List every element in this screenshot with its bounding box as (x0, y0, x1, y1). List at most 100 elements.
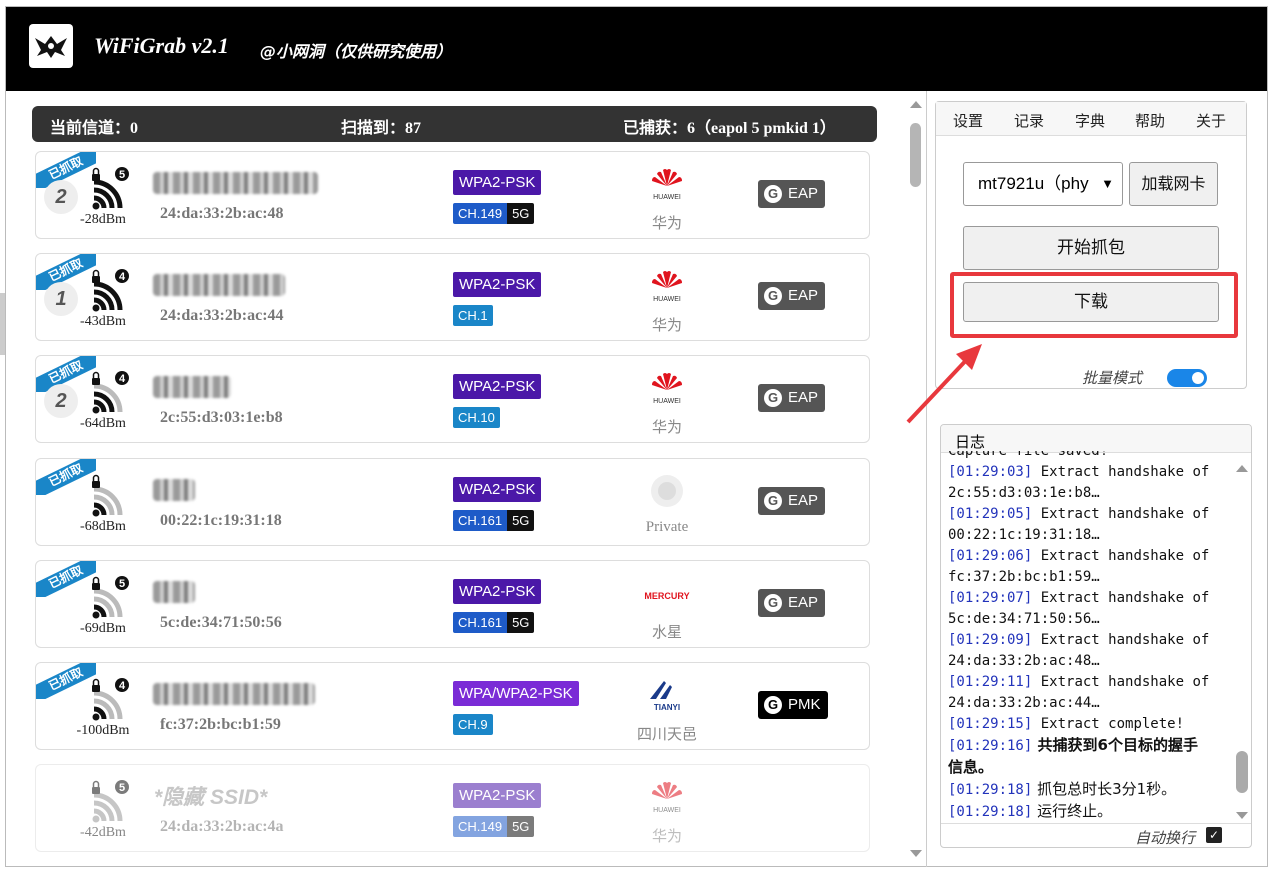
wifi-signal-icon: 4 (92, 678, 129, 721)
vendor-logo: HUAWEI (640, 166, 694, 202)
ssid-hidden: *隐藏 SSID* (154, 786, 268, 809)
lock-count: 5 (119, 782, 125, 794)
scroll-thumb[interactable] (910, 123, 921, 187)
log-text: 抓包总时长3分1秒。 (1032, 780, 1177, 798)
batch-mode-toggle[interactable] (1167, 369, 1207, 387)
network-card[interactable]: 已抓取 4 -100dBm fc:37:2b:bc:b1:59 WPA/WPA2-P… (35, 662, 870, 750)
wifi-signal-icon: 5 (92, 576, 129, 619)
capture-type-badge: G EAP (758, 384, 826, 412)
menu-help[interactable]: 帮助 (1135, 110, 1165, 131)
bssid-mac: 2c:55:d3:03:1e:b8 (160, 409, 283, 426)
resize-handle[interactable] (0, 293, 5, 355)
log-timestamp: [01:29:18] (948, 782, 1033, 798)
log-line: 24:da:33:2b:ac:48… (948, 651, 1234, 672)
capture-type-label: EAP (788, 492, 819, 509)
batch-mode-label: 批量模式 (1082, 369, 1143, 387)
network-card[interactable]: 已抓取 -68dBm 00:22:1c:19:31:18 WPA2-PSK CH.16… (35, 458, 870, 546)
ssid-blurred (153, 581, 195, 603)
log-text: 00:22:1c:19:31:18… (948, 527, 1100, 543)
scroll-down-icon[interactable] (910, 850, 922, 857)
huawei-logo-icon: HUAWEI (652, 782, 682, 814)
bssid-mac: 5c:de:34:71:50:56 (160, 614, 282, 631)
app-logo-icon (29, 24, 73, 68)
network-list-panel: 当前信道：0 扫描到：87 已捕获：6（eapol 5 pmkid 1） 已抓取… (6, 91, 926, 867)
bssid-mac: 00:22:1c:19:31:18 (160, 512, 282, 529)
app-subtitle: @小网洞（仅供研究使用） (260, 42, 453, 61)
network-card[interactable]: 已抓取 2 4 -64dBm 2c:55:d3:03:1e:b8 WPA2-PSK CH… (35, 355, 870, 443)
scroll-up-icon[interactable] (1236, 465, 1248, 472)
channel-label: CH.10 (453, 407, 500, 428)
log-line: 2c:55:d3:03:1e:b8… (948, 483, 1234, 504)
menu-about[interactable]: 关于 (1196, 110, 1226, 131)
log-line: [01:29:15] Extract complete! (948, 714, 1234, 735)
channel-label: CH.161 (453, 612, 508, 633)
adapter-select[interactable]: mt7921u（phy ▼ (963, 162, 1123, 206)
highlight-box (950, 272, 1238, 338)
log-content[interactable]: Capture file saved! [01:29:03] Extract ha… (948, 451, 1234, 823)
log-line: Capture file saved! (948, 451, 1234, 462)
network-card[interactable]: 已抓取 5 -69dBm 5c:de:34:71:50:56 WPA2-PSK CH.… (35, 560, 870, 648)
log-line: [01:29:05] Extract handshake of (948, 504, 1234, 525)
scroll-thumb[interactable] (1236, 751, 1248, 793)
log-text: Extract handshake of (1032, 548, 1210, 564)
auth-badge: WPA2-PSK (453, 477, 542, 502)
scanned-count: 扫描到：87 (341, 120, 422, 137)
log-line: 5c:de:34:71:50:56… (948, 609, 1234, 630)
huawei-logo-icon: HUAWEI (652, 373, 682, 405)
log-timestamp: [01:29:16] (948, 738, 1033, 754)
ssid-blurred (153, 172, 318, 194)
private-vendor-icon (651, 475, 683, 507)
start-capture-button[interactable]: 开始抓包 (963, 226, 1219, 270)
channel-badge: CH.9 (453, 714, 493, 735)
vendor-logo-text: MERCURY (644, 591, 689, 601)
menu-settings[interactable]: 设置 (953, 110, 983, 131)
bssid-mac: 24:da:33:2b:ac:44 (160, 307, 284, 324)
network-card[interactable]: 5 -42dBm *隐藏 SSID* 24:da:33:2b:ac:4a WPA2-P… (35, 764, 870, 852)
log-title: 日志 (941, 425, 1251, 453)
lock-count: 4 (119, 373, 126, 385)
capture-type-badge: G EAP (758, 180, 826, 208)
captured-ribbon: 已抓取 (36, 459, 96, 495)
tianyi-logo-icon: TIANYI (650, 681, 680, 712)
auth-badge: WPA2-PSK (453, 579, 542, 604)
log-text: Extract handshake of (1032, 632, 1210, 648)
log-text: Extract handshake of (1032, 590, 1210, 606)
scroll-down-icon[interactable] (1236, 812, 1248, 819)
load-adapter-button[interactable]: 加载网卡 (1129, 162, 1218, 206)
capture-type-badge: G EAP (758, 589, 826, 617)
wifi-signal-icon: 4 (92, 371, 129, 414)
channel-badge: CH.149 5G (453, 816, 535, 837)
log-text: Extract handshake of (1032, 506, 1210, 522)
signal-dbm: -100dBm (76, 723, 130, 738)
menu-dictionary[interactable]: 字典 (1075, 110, 1105, 131)
vendor-logo: MERCURY (640, 575, 694, 611)
log-line: 信息。 (948, 757, 1234, 779)
vendor-name: 华为 (651, 216, 682, 232)
lock-count: 4 (119, 271, 126, 283)
auth-badge: WPA2-PSK (453, 170, 542, 195)
auto-wrap-checkbox[interactable]: ✓ (1206, 827, 1222, 843)
scroll-up-icon[interactable] (910, 101, 922, 108)
network-card[interactable]: 已抓取 1 4 -43dBm 24:da:33:2b:ac:44 WPA2-PSK CH… (35, 253, 870, 341)
capture-type-icon: G (764, 389, 782, 407)
scan-status-bar: 当前信道：0 扫描到：87 已捕获：6（eapol 5 pmkid 1） (32, 106, 877, 142)
capture-type-icon: G (764, 594, 782, 612)
menu-records[interactable]: 记录 (1014, 110, 1044, 131)
mercury-logo-icon: MERCURY (644, 591, 689, 601)
channel-label: CH.161 (453, 510, 508, 531)
wifi-signal-icon: 5 (92, 167, 129, 210)
channel-badge: CH.161 5G (453, 510, 535, 531)
network-card[interactable]: 已抓取 2 5 -28dBm 24:da:33:2b:ac:48 WPA2-PSK CH… (35, 151, 870, 239)
capture-type-label: EAP (788, 389, 819, 406)
channel-label: CH.1 (453, 305, 493, 326)
log-timestamp: [01:29:09] (948, 632, 1033, 648)
vendor-logo-text: HUAWEI (653, 296, 681, 303)
ssid-blurred (153, 274, 285, 296)
captured-ribbon: 已抓取 (36, 561, 96, 597)
log-line: [01:29:06] Extract handshake of (948, 546, 1234, 567)
ssid-blurred (153, 479, 195, 501)
log-scrollbar[interactable] (1233, 453, 1251, 821)
log-text: 24:da:33:2b:ac:44… (948, 695, 1100, 711)
list-scrollbar[interactable] (906, 91, 926, 867)
vendor-logo: HUAWEI (640, 779, 694, 815)
